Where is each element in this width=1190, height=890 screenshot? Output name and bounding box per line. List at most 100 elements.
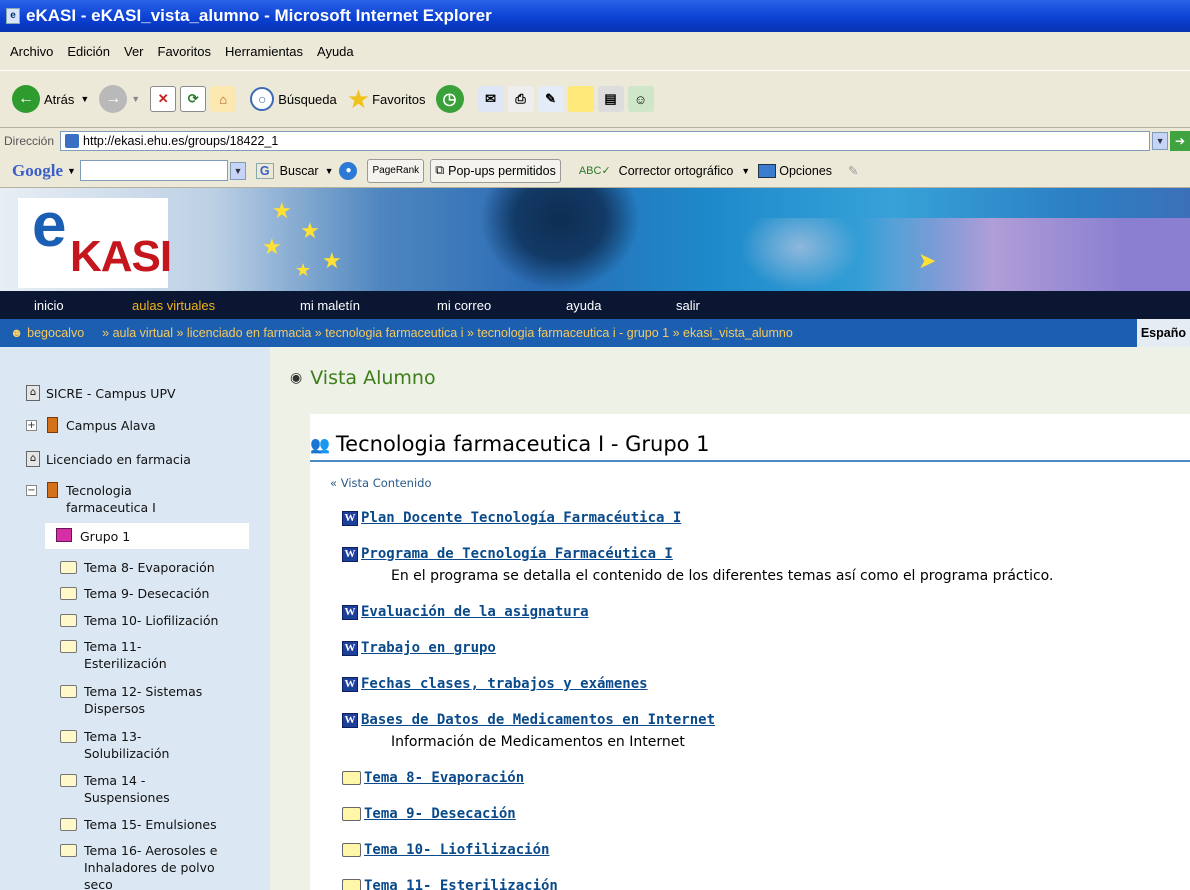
sidebar-item-tema-13[interactable]: Tema 13- Solubilización xyxy=(60,728,250,762)
sidebar-item-tema-14[interactable]: Tema 14 - Suspensiones xyxy=(60,772,250,806)
chevron-down-icon[interactable]: ▼ xyxy=(67,166,76,176)
refresh-icon[interactable]: ⟳ xyxy=(180,86,207,112)
google-dropdown-icon[interactable]: ▼ xyxy=(229,161,246,180)
spellcheck-icon[interactable]: ABC✓ xyxy=(579,164,611,177)
address-dropdown-icon[interactable]: ▼ xyxy=(1152,132,1169,150)
nav-ayuda[interactable]: ayuda xyxy=(566,298,601,313)
sidebar-item-label: Tema 10- Liofilización xyxy=(84,613,219,628)
chevron-down-icon: ▼ xyxy=(131,94,141,104)
main-content: ◉ Vista Alumno 👥 Tecnologia farmaceutica… xyxy=(270,347,1190,890)
popups-button[interactable]: ⧉ Pop-ups permitidos xyxy=(430,158,561,183)
folder-link-tema-11[interactable]: Tema 11- Esterilización xyxy=(342,878,558,890)
folder-link-tema-9[interactable]: Tema 9- Desecación xyxy=(342,806,516,822)
home-icon[interactable]: ⌂ xyxy=(210,86,237,112)
eye-icon: ◉ xyxy=(290,370,303,386)
print-icon[interactable]: ⎙ xyxy=(507,86,534,112)
sidebar-item-label: Tecnologia farmaceutica I xyxy=(66,483,156,515)
sidebar-item-campus-alava[interactable]: + Campus Alava xyxy=(26,417,156,434)
sidebar-item-tema-15[interactable]: Tema 15- Emulsiones xyxy=(60,816,217,833)
doc-link-bases-datos[interactable]: W Bases de Datos de Medicamentos en Inter… xyxy=(342,712,715,728)
sidebar-item-sicre[interactable]: ⌂ SICRE - Campus UPV xyxy=(26,385,176,402)
address-input[interactable]: http://ekasi.ehu.es/groups/18422_1 xyxy=(60,131,1151,151)
sidebar-item-tema-8[interactable]: Tema 8- Evaporación xyxy=(60,559,215,576)
sidebar-item-tema-10[interactable]: Tema 10- Liofilización xyxy=(60,612,218,629)
sidebar-item-tema-11[interactable]: Tema 11- Esterilización xyxy=(60,638,250,672)
back-button[interactable]: ← Atrás ▼ xyxy=(12,85,89,113)
folder-link-tema-10[interactable]: Tema 10- Liofilización xyxy=(342,842,549,858)
mail-icon[interactable]: ✉ xyxy=(477,86,504,112)
google-search-button[interactable]: G Buscar ▼ xyxy=(255,162,333,179)
language-selector[interactable]: Españo xyxy=(1136,319,1190,347)
back-arrow-icon: ← xyxy=(12,85,40,113)
folder-icon xyxy=(342,879,361,890)
options-icon[interactable] xyxy=(758,163,777,178)
google-search-input[interactable] xyxy=(79,160,228,181)
menu-ver[interactable]: Ver xyxy=(124,44,144,59)
chevron-down-icon[interactable]: ▼ xyxy=(741,166,750,176)
search-button[interactable]: ○ Búsqueda xyxy=(250,87,337,111)
stop-icon[interactable]: ✕ xyxy=(150,86,177,112)
logo-kasi: KASI xyxy=(70,232,172,281)
folder-icon xyxy=(60,730,77,743)
sidebar-item-tema-9[interactable]: Tema 9- Desecación xyxy=(60,585,209,602)
logo-e: e xyxy=(32,191,67,260)
window-titlebar: e eKASI - eKASI_vista_alumno - Microsoft… xyxy=(0,0,1190,32)
forward-arrow-icon: → xyxy=(99,85,128,113)
doc-link-label: Programa de Tecnología Farmacéutica I xyxy=(361,546,673,562)
collapse-minus-icon[interactable]: − xyxy=(26,485,37,496)
nav-aulas-virtuales[interactable]: aulas virtuales xyxy=(132,298,215,313)
nav-mi-maletin[interactable]: mi maletín xyxy=(300,298,360,313)
back-label: Atrás xyxy=(44,91,75,107)
menu-bar: Archivo Edición Ver Favoritos Herramient… xyxy=(0,32,1190,70)
folder-link-tema-8[interactable]: Tema 8- Evaporación xyxy=(342,770,524,786)
nav-salir[interactable]: salir xyxy=(676,298,700,313)
sidebar-item-tema-16[interactable]: Tema 16- Aerosoles e Inhaladores de polv… xyxy=(60,842,250,890)
folder-icon xyxy=(60,561,77,574)
notes-icon[interactable] xyxy=(567,86,594,112)
page-heading-label: Vista Alumno xyxy=(310,367,436,389)
menu-archivo[interactable]: Archivo xyxy=(10,44,53,59)
ekasi-logo[interactable]: e KASI xyxy=(18,191,172,288)
go-arrow-icon[interactable]: ➔ xyxy=(1170,131,1190,151)
highlighter-icon[interactable]: ✎ xyxy=(848,163,858,178)
history-icon[interactable]: ◷ xyxy=(435,85,464,113)
forward-button[interactable]: → ▼ xyxy=(99,85,140,113)
edit-icon[interactable]: ✎ xyxy=(537,86,564,112)
folder-icon xyxy=(60,844,77,857)
vista-contenido-link[interactable]: « Vista Contenido xyxy=(330,476,431,490)
word-doc-icon: W xyxy=(342,604,358,620)
star-decoration: ★ xyxy=(272,198,292,223)
options-label[interactable]: Opciones xyxy=(779,164,832,178)
doc-link-evaluacion[interactable]: W Evaluación de la asignatura xyxy=(342,604,589,620)
doc-link-plan-docente[interactable]: W Plan Docente Tecnología Farmacéutica I xyxy=(342,510,681,526)
favorites-button[interactable]: ★ Favoritos xyxy=(347,84,426,115)
globe-icon[interactable]: ● xyxy=(339,161,358,180)
nav-inicio[interactable]: inicio xyxy=(34,298,64,313)
ie-page-icon: e xyxy=(6,8,20,24)
doc-link-label: Bases de Datos de Medicamentos en Intern… xyxy=(361,712,716,728)
doc-link-trabajo[interactable]: W Trabajo en grupo xyxy=(342,640,496,656)
google-logo[interactable]: Google xyxy=(12,161,63,181)
folder-link-label: Tema 9- Desecación xyxy=(364,806,516,822)
research-icon[interactable]: ▤ xyxy=(597,86,624,112)
menu-edicion[interactable]: Edición xyxy=(67,44,110,59)
breadcrumb-user[interactable]: begocalvo xyxy=(27,326,84,340)
menu-favoritos[interactable]: Favoritos xyxy=(158,44,211,59)
sidebar-item-licenciado[interactable]: ⌂ Licenciado en farmacia xyxy=(26,451,191,468)
breadcrumb-trail[interactable]: » aula virtual » licenciado en farmacia … xyxy=(102,326,793,340)
breadcrumb: ☻ begocalvo » aula virtual » licenciado … xyxy=(0,319,1190,347)
doc-link-fechas[interactable]: W Fechas clases, trabajos y exámenes xyxy=(342,676,648,692)
doc-link-label: Plan Docente Tecnología Farmacéutica I xyxy=(361,510,682,526)
messenger-icon[interactable]: ☺ xyxy=(627,86,654,112)
menu-herramientas[interactable]: Herramientas xyxy=(225,44,303,59)
spellcheck-label[interactable]: Corrector ortográfico xyxy=(619,164,734,178)
silhouette-graphic xyxy=(740,218,860,291)
expand-plus-icon[interactable]: + xyxy=(26,420,37,431)
sidebar-item-grupo-1[interactable]: Grupo 1 xyxy=(56,528,130,545)
sidebar-item-tecnologia[interactable]: − Tecnologia farmaceutica I xyxy=(26,482,226,516)
pagerank-label: PageRank xyxy=(372,165,420,176)
sidebar-item-tema-12[interactable]: Tema 12- Sistemas Dispersos xyxy=(60,683,250,717)
nav-mi-correo[interactable]: mi correo xyxy=(437,298,491,313)
doc-link-programa[interactable]: W Programa de Tecnología Farmacéutica I xyxy=(342,546,673,562)
menu-ayuda[interactable]: Ayuda xyxy=(317,44,354,59)
